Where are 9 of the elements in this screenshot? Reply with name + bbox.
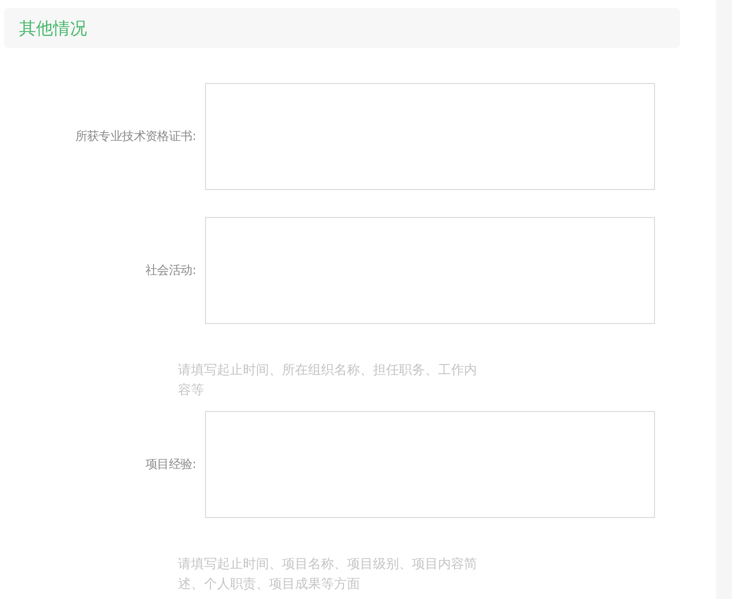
text-area[interactable]: [205, 217, 655, 324]
text-area[interactable]: [205, 83, 655, 190]
section-title: 其他情况: [19, 18, 87, 40]
text-area[interactable]: [205, 411, 655, 518]
hint-text: 请填写起止时间、项目名称、项目级别、项目内容简述、个人职责、项目成果等方面: [178, 556, 478, 594]
field-label: 所获专业技术资格证书:: [74, 128, 197, 145]
field-label: 项目经验:: [144, 456, 197, 473]
hint-text: 请填写起止时间、所在组织名称、担任职务、工作内容等: [178, 362, 478, 400]
field-label: 社会活动:: [144, 262, 197, 279]
